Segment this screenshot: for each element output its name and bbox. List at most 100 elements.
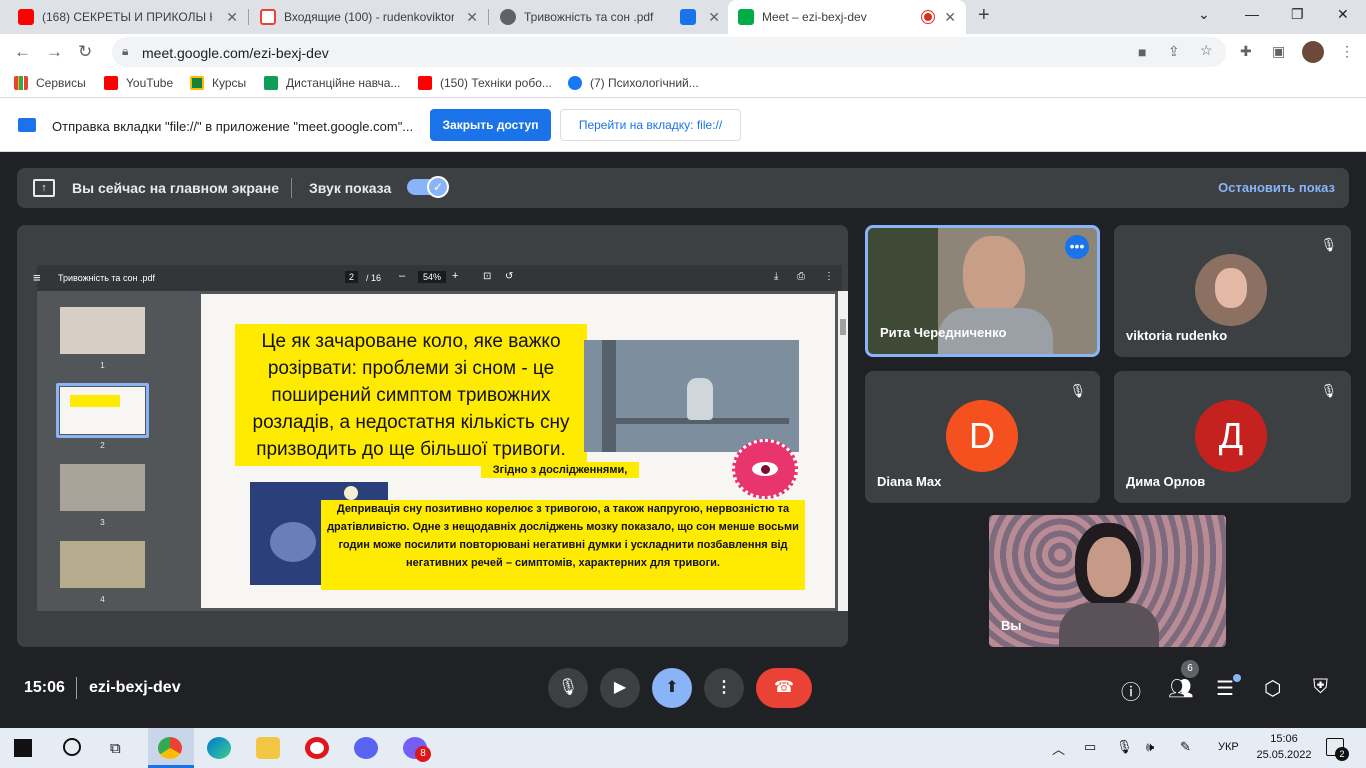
bookmark-label: Дистанційне навча...	[286, 76, 401, 90]
extensions-icon[interactable]: ✚	[1240, 43, 1252, 60]
stop-presenting-button[interactable]: Остановить показ	[1218, 180, 1335, 195]
leave-call-button[interactable]: ☎	[756, 668, 812, 708]
page-thumbnail[interactable]	[60, 307, 145, 354]
file-explorer-icon[interactable]	[256, 737, 280, 759]
chevron-up-icon[interactable]: ︿	[1052, 739, 1065, 758]
more-options-button[interactable]: ⋮	[704, 668, 744, 708]
share-icon[interactable]: ⇪	[1168, 43, 1180, 60]
side-panel-icon[interactable]: ▣	[1272, 43, 1285, 60]
browser-toolbar: ← → ↻ 🔒︎ meet.google.com/ezi-bexj-dev ■ …	[0, 34, 1366, 70]
microphone-button[interactable]: 🎙︎	[548, 668, 588, 708]
mic-off-icon: 🎙︎	[1320, 383, 1337, 398]
close-icon[interactable]: ✕	[226, 9, 238, 26]
participant-name: Diana Max	[877, 474, 942, 489]
tab-search-icon[interactable]: ⌄	[1198, 6, 1210, 23]
chrome-icon[interactable]	[158, 737, 182, 759]
print-icon[interactable]: ⎙	[797, 271, 805, 282]
sound-toggle[interactable]: ✓	[407, 176, 449, 198]
present-button[interactable]: ⬆	[652, 668, 692, 708]
bookmark-item[interactable]: Дистанційне навча...	[264, 76, 400, 90]
camera-icon[interactable]: ■	[1138, 44, 1146, 60]
reload-icon[interactable]: ↻	[78, 42, 92, 62]
language-indicator[interactable]: УКР	[1218, 741, 1239, 753]
go-to-tab-button[interactable]: Перейти на вкладку: file://	[560, 109, 741, 141]
page-number-input[interactable]: 2	[345, 271, 359, 283]
tab-meet[interactable]: Meet – ezi-bexj-dev ✕	[728, 0, 966, 34]
more-options-icon[interactable]: •••	[1065, 235, 1089, 259]
clock-date[interactable]: 25.05.2022	[1256, 749, 1312, 761]
lock-icon: 🔒︎	[122, 44, 129, 58]
bookmark-item[interactable]: YouTube	[104, 76, 173, 90]
pdf-scrollbar[interactable]	[838, 291, 848, 611]
profile-avatar[interactable]	[1302, 41, 1324, 63]
presenting-banner: ↑ Вы сейчас на главном экране Звук показ…	[17, 168, 1349, 208]
stop-sharing-button[interactable]: Закрыть доступ	[430, 109, 551, 141]
more-icon[interactable]: ⋮	[824, 271, 834, 282]
self-view-tile[interactable]: Вы	[989, 515, 1226, 647]
page-count: / 16	[366, 273, 382, 283]
new-tab-icon[interactable]: +	[978, 4, 990, 27]
close-icon[interactable]: ✕	[708, 9, 720, 26]
participant-tile[interactable]: ••• Рита Чередниченко	[865, 225, 1100, 357]
volume-icon[interactable]: 🕪︎	[1146, 739, 1154, 755]
bookmark-item[interactable]: (7) Психологічний...	[568, 76, 699, 90]
pdf-thumbnails: 1 2 3 4	[37, 291, 189, 611]
chat-icon[interactable]: ☰	[1216, 676, 1234, 701]
close-window-icon[interactable]: ✕	[1337, 6, 1349, 23]
clock-time[interactable]: 15:06	[1256, 733, 1312, 745]
battery-icon[interactable]: ▭	[1084, 739, 1096, 755]
camera-button[interactable]: ▶	[600, 668, 640, 708]
tab-title: Тривожність та сон .pdf	[524, 10, 654, 24]
menu-icon[interactable]: ⋮	[1340, 43, 1354, 60]
tab-youtube[interactable]: (168) СЕКРЕТЫ И ПРИКОЛЫ НО ✕	[8, 0, 248, 34]
edge-icon[interactable]	[207, 737, 231, 759]
thumbnail-label: 1	[100, 361, 105, 370]
search-icon[interactable]	[63, 738, 81, 756]
page-thumbnail[interactable]	[60, 464, 145, 511]
meeting-details-icon[interactable]: ⓘ	[1121, 676, 1141, 705]
minimize-icon[interactable]: —	[1245, 6, 1259, 22]
avatar: Д	[1195, 400, 1267, 472]
bookmark-item[interactable]: Сервисы	[14, 76, 86, 90]
page-thumbnail[interactable]	[60, 541, 145, 588]
close-icon[interactable]: ✕	[944, 9, 956, 26]
close-icon[interactable]: ✕	[466, 9, 478, 26]
bookmark-item[interactable]: (150) Техніки робо...	[418, 76, 552, 90]
page-thumbnail[interactable]	[60, 387, 145, 434]
address-bar[interactable]: 🔒︎ meet.google.com/ezi-bexj-dev ■ ⇪ ☆	[112, 37, 1226, 67]
restore-icon[interactable]: ❐	[1291, 6, 1304, 23]
menu-icon[interactable]: ≡	[33, 270, 41, 285]
pdf-viewer: Це як зачароване коло, яке важко розірва…	[189, 291, 848, 611]
participant-tile[interactable]: Д 🎙︎ Дима Орлов	[1114, 371, 1351, 503]
zoom-in-icon[interactable]: +	[452, 270, 458, 282]
participant-tile[interactable]: 🎙︎ viktoria rudenko	[1114, 225, 1351, 357]
rotate-icon[interactable]: ↺	[505, 271, 513, 282]
activities-icon[interactable]: ⬡	[1264, 676, 1281, 701]
tab-gmail[interactable]: Входящие (100) - rudenkoviktori ✕	[250, 0, 488, 34]
participant-tile[interactable]: D 🎙︎ Diana Max	[865, 371, 1100, 503]
mic-off-icon: 🎙︎	[1069, 383, 1086, 398]
tab-pdf[interactable]: Тривожність та сон .pdf	[490, 0, 670, 34]
forward-icon[interactable]: →	[46, 42, 63, 62]
zoom-out-icon[interactable]: –	[399, 270, 405, 282]
back-icon[interactable]: ←	[14, 42, 31, 62]
fit-page-icon[interactable]: ⊡	[483, 271, 491, 282]
bookmark-label: (150) Техніки робо...	[440, 76, 552, 90]
apps-grid-icon	[14, 76, 28, 90]
tab-screen-share[interactable]: ✕	[670, 0, 728, 34]
meeting-time: 15:06	[24, 679, 65, 696]
people-icon[interactable]: 👥︎	[1168, 676, 1193, 701]
host-controls-icon[interactable]: ⛨	[1313, 676, 1328, 699]
opera-icon[interactable]	[305, 737, 329, 759]
pen-icon[interactable]: ✎	[1180, 739, 1191, 755]
download-icon[interactable]: ⤓	[774, 271, 778, 282]
microphone-icon[interactable]: 🎙︎	[1116, 739, 1133, 755]
zoom-input[interactable]: 54%	[418, 271, 447, 283]
sheets-icon	[264, 76, 278, 90]
bookmark-star-icon[interactable]: ☆	[1200, 42, 1213, 59]
windows-start-icon[interactable]	[14, 739, 32, 757]
discord-icon[interactable]	[354, 737, 378, 759]
task-view-icon[interactable]: ⧉	[110, 740, 121, 757]
owl-tree-illustration	[584, 340, 799, 452]
bookmark-item[interactable]: Курсы	[190, 76, 246, 90]
